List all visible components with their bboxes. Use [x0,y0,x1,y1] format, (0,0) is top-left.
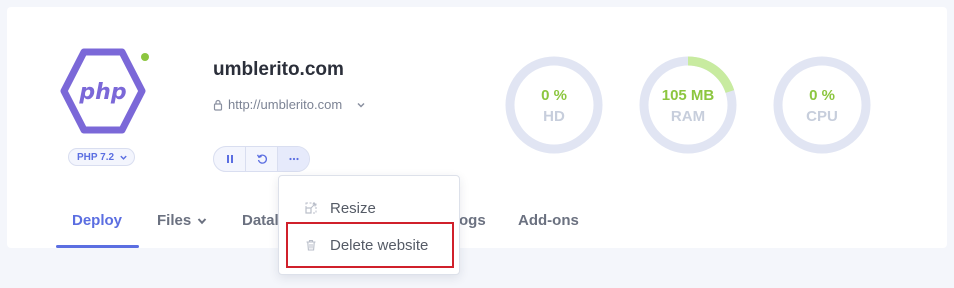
gauge-ring [505,56,603,154]
gauge-label: HD [543,108,565,125]
menu-item-resize[interactable]: Resize [279,193,459,223]
gauge-hd: 0 % HD [505,56,603,154]
menu-item-label: Resize [330,199,376,217]
lock-icon [213,99,223,111]
chevron-down-icon [197,218,207,225]
gauge-ram: 105 MB RAM [639,56,737,154]
pause-icon [226,155,233,163]
status-dot [141,53,149,61]
more-icon [288,157,299,161]
menu-item-label: Delete website [330,236,429,254]
menu-item-delete-website[interactable]: Delete website [279,230,459,260]
gauge-ring [773,56,871,154]
php-logo-text: php [78,80,126,105]
site-url[interactable]: http://umblerito.com [228,97,342,112]
gauge-label: CPU [806,108,838,125]
restart-button[interactable] [246,147,278,171]
tab-databases[interactable]: Datal [242,212,279,229]
tab-files-label: Files [157,212,192,229]
gauge-cpu: 0 % CPU [773,56,871,154]
gauge-label: RAM [670,108,706,125]
site-actions-group [213,146,310,172]
active-tab-indicator [56,245,139,248]
trash-icon [306,240,316,251]
chevron-down-icon[interactable] [356,100,366,110]
tab-deploy[interactable]: Deploy [72,212,122,229]
tab-logs[interactable]: ogs [459,212,486,229]
chevron-down-icon [120,155,127,160]
php-version-label: PHP 7.2 [77,151,115,163]
php-version-select[interactable]: PHP 7.2 [68,148,136,166]
pause-button[interactable] [214,147,246,171]
more-options-button[interactable] [278,147,309,171]
gauge-ring [639,56,737,154]
tab-files[interactable]: Files [157,212,207,229]
restart-icon [256,154,267,164]
resize-icon [305,202,317,214]
site-url-row[interactable]: http://umblerito.com [213,97,366,112]
tab-add-ons[interactable]: Add-ons [518,212,579,229]
php-logo: php [60,48,146,134]
gauge-value: 105 MB [661,87,715,104]
site-title: umblerito.com [213,59,344,80]
more-options-menu: Resize Delete website [278,175,460,275]
gauge-value: 0 % [541,87,567,104]
gauge-value: 0 % [809,87,835,104]
